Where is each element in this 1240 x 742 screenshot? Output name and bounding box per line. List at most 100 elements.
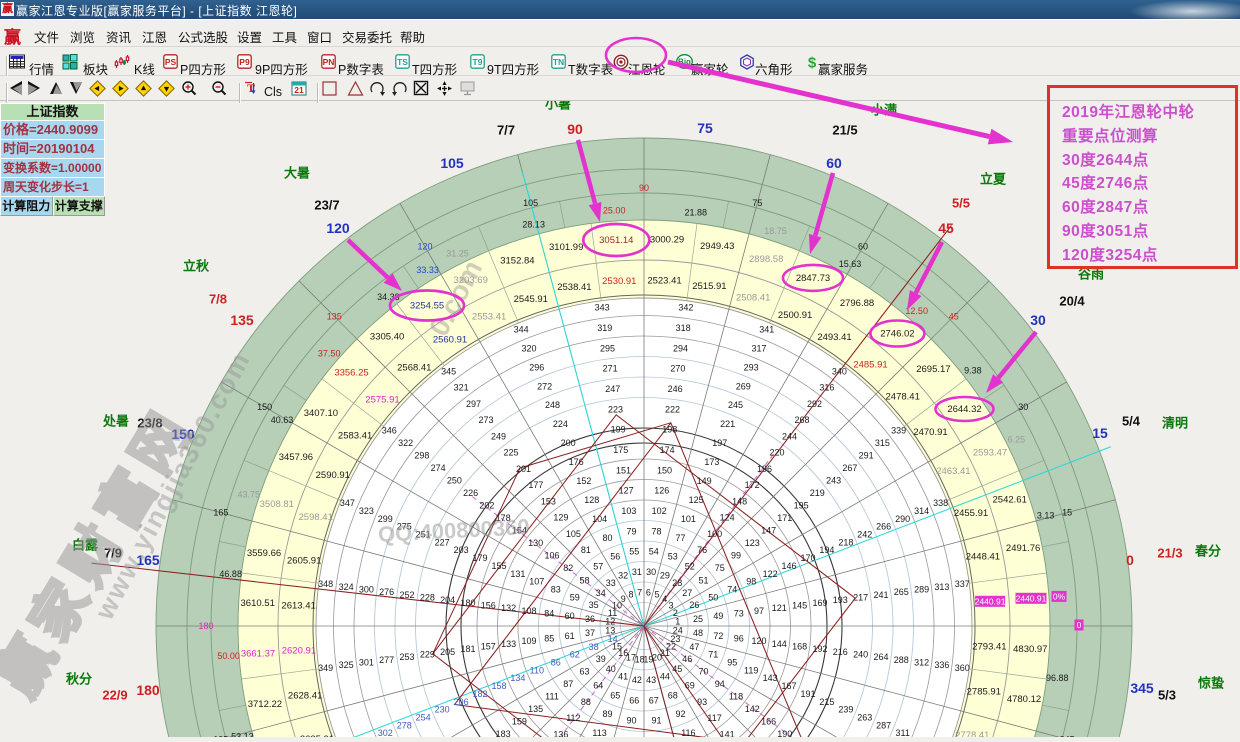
svg-text:196: 196 bbox=[757, 464, 772, 474]
svg-text:30: 30 bbox=[646, 567, 656, 577]
svg-text:15.63: 15.63 bbox=[839, 259, 862, 269]
svg-text:2542.61: 2542.61 bbox=[993, 494, 1027, 505]
svg-text:37: 37 bbox=[585, 628, 595, 638]
svg-text:2593.47: 2593.47 bbox=[973, 448, 1007, 459]
svg-text:80: 80 bbox=[602, 533, 612, 543]
svg-text:52: 52 bbox=[685, 562, 695, 572]
svg-text:50: 50 bbox=[708, 592, 718, 602]
svg-text:28: 28 bbox=[672, 578, 682, 588]
svg-text:146: 146 bbox=[781, 561, 796, 571]
svg-text:34: 34 bbox=[596, 588, 606, 598]
svg-text:245: 245 bbox=[728, 400, 743, 410]
svg-text:205: 205 bbox=[440, 647, 455, 657]
svg-text:106: 106 bbox=[544, 550, 559, 560]
svg-text:128: 128 bbox=[584, 495, 599, 505]
svg-text:217: 217 bbox=[853, 593, 868, 603]
svg-text:249: 249 bbox=[491, 431, 506, 441]
svg-text:3661.37: 3661.37 bbox=[241, 649, 275, 660]
svg-text:T9: T9 bbox=[473, 57, 483, 67]
svg-text:343: 343 bbox=[595, 303, 610, 313]
svg-text:55: 55 bbox=[629, 547, 639, 557]
svg-text:176: 176 bbox=[569, 457, 584, 467]
svg-text:203: 203 bbox=[454, 545, 469, 555]
svg-text:5/5: 5/5 bbox=[952, 196, 970, 211]
svg-text:2470.91: 2470.91 bbox=[913, 427, 947, 438]
svg-text:130: 130 bbox=[528, 538, 543, 548]
svg-text:41: 41 bbox=[618, 671, 628, 681]
svg-text:253: 253 bbox=[399, 652, 414, 662]
svg-text:3356.25: 3356.25 bbox=[334, 368, 368, 379]
svg-text:313: 313 bbox=[934, 582, 949, 592]
svg-text:181: 181 bbox=[460, 644, 475, 654]
svg-text:2478.41: 2478.41 bbox=[886, 391, 920, 402]
svg-text:2644.32: 2644.32 bbox=[947, 404, 981, 415]
svg-text:92: 92 bbox=[675, 709, 685, 719]
svg-text:15: 15 bbox=[1092, 425, 1108, 441]
svg-text:43: 43 bbox=[646, 675, 656, 685]
svg-text:182: 182 bbox=[472, 689, 487, 699]
svg-text:254: 254 bbox=[416, 713, 431, 723]
svg-text:278: 278 bbox=[397, 720, 412, 730]
svg-text:85: 85 bbox=[544, 634, 554, 644]
svg-text:5: 5 bbox=[654, 590, 659, 600]
svg-text:2568.41: 2568.41 bbox=[397, 362, 431, 373]
svg-text:39: 39 bbox=[596, 654, 606, 664]
svg-text:274: 274 bbox=[431, 463, 446, 473]
svg-text:58: 58 bbox=[579, 575, 589, 585]
svg-text:23: 23 bbox=[670, 634, 680, 644]
svg-text:30: 30 bbox=[1018, 402, 1028, 412]
svg-text:179: 179 bbox=[472, 553, 487, 563]
svg-text:150: 150 bbox=[657, 465, 672, 475]
svg-text:272: 272 bbox=[537, 381, 552, 391]
svg-text:35: 35 bbox=[589, 600, 599, 610]
svg-text:4: 4 bbox=[662, 594, 667, 604]
svg-text:348: 348 bbox=[318, 579, 333, 589]
svg-text:216: 216 bbox=[833, 647, 848, 657]
svg-text:200: 200 bbox=[561, 438, 576, 448]
svg-text:60: 60 bbox=[826, 155, 842, 171]
svg-text:277: 277 bbox=[379, 655, 394, 665]
svg-text:90: 90 bbox=[567, 121, 583, 137]
svg-text:129: 129 bbox=[553, 513, 568, 523]
svg-text:315: 315 bbox=[875, 438, 890, 448]
svg-text:46.88: 46.88 bbox=[219, 569, 242, 579]
svg-text:215: 215 bbox=[819, 697, 834, 707]
svg-text:TN: TN bbox=[553, 57, 564, 67]
svg-text:75: 75 bbox=[715, 563, 725, 573]
svg-text:78: 78 bbox=[651, 526, 661, 536]
svg-text:246: 246 bbox=[668, 384, 683, 394]
svg-text:123: 123 bbox=[745, 538, 760, 548]
svg-text:3: 3 bbox=[668, 600, 673, 610]
svg-text:66: 66 bbox=[629, 695, 639, 705]
svg-text:90: 90 bbox=[626, 716, 636, 726]
svg-text:82: 82 bbox=[563, 563, 573, 573]
svg-text:239: 239 bbox=[838, 705, 853, 715]
svg-text:322: 322 bbox=[398, 438, 413, 448]
svg-text:321: 321 bbox=[454, 383, 469, 393]
svg-text:127: 127 bbox=[619, 486, 634, 496]
svg-text:197: 197 bbox=[712, 438, 727, 448]
svg-text:31: 31 bbox=[632, 567, 642, 577]
svg-text:43.75: 43.75 bbox=[238, 490, 261, 500]
svg-text:2485.91: 2485.91 bbox=[853, 360, 887, 371]
svg-text:2538.41: 2538.41 bbox=[557, 282, 591, 293]
svg-text:3610.51: 3610.51 bbox=[241, 598, 275, 609]
svg-text:195: 195 bbox=[794, 501, 809, 511]
svg-text:344: 344 bbox=[514, 324, 529, 334]
svg-text:2898.58: 2898.58 bbox=[749, 254, 783, 265]
svg-text:88: 88 bbox=[581, 697, 591, 707]
svg-text:107: 107 bbox=[529, 577, 544, 587]
svg-text:6: 6 bbox=[646, 587, 651, 597]
svg-text:132: 132 bbox=[501, 603, 516, 613]
svg-text:339: 339 bbox=[891, 426, 906, 436]
svg-text:46: 46 bbox=[682, 654, 692, 664]
svg-text:169: 169 bbox=[812, 598, 827, 608]
svg-text:157: 157 bbox=[481, 642, 496, 652]
svg-text:64: 64 bbox=[593, 681, 603, 691]
svg-text:180: 180 bbox=[460, 598, 475, 608]
svg-text:287: 287 bbox=[876, 720, 891, 730]
svg-text:PN: PN bbox=[323, 57, 335, 67]
svg-text:168: 168 bbox=[792, 642, 807, 652]
svg-text:252: 252 bbox=[399, 590, 414, 600]
svg-text:34.38: 34.38 bbox=[377, 292, 400, 302]
